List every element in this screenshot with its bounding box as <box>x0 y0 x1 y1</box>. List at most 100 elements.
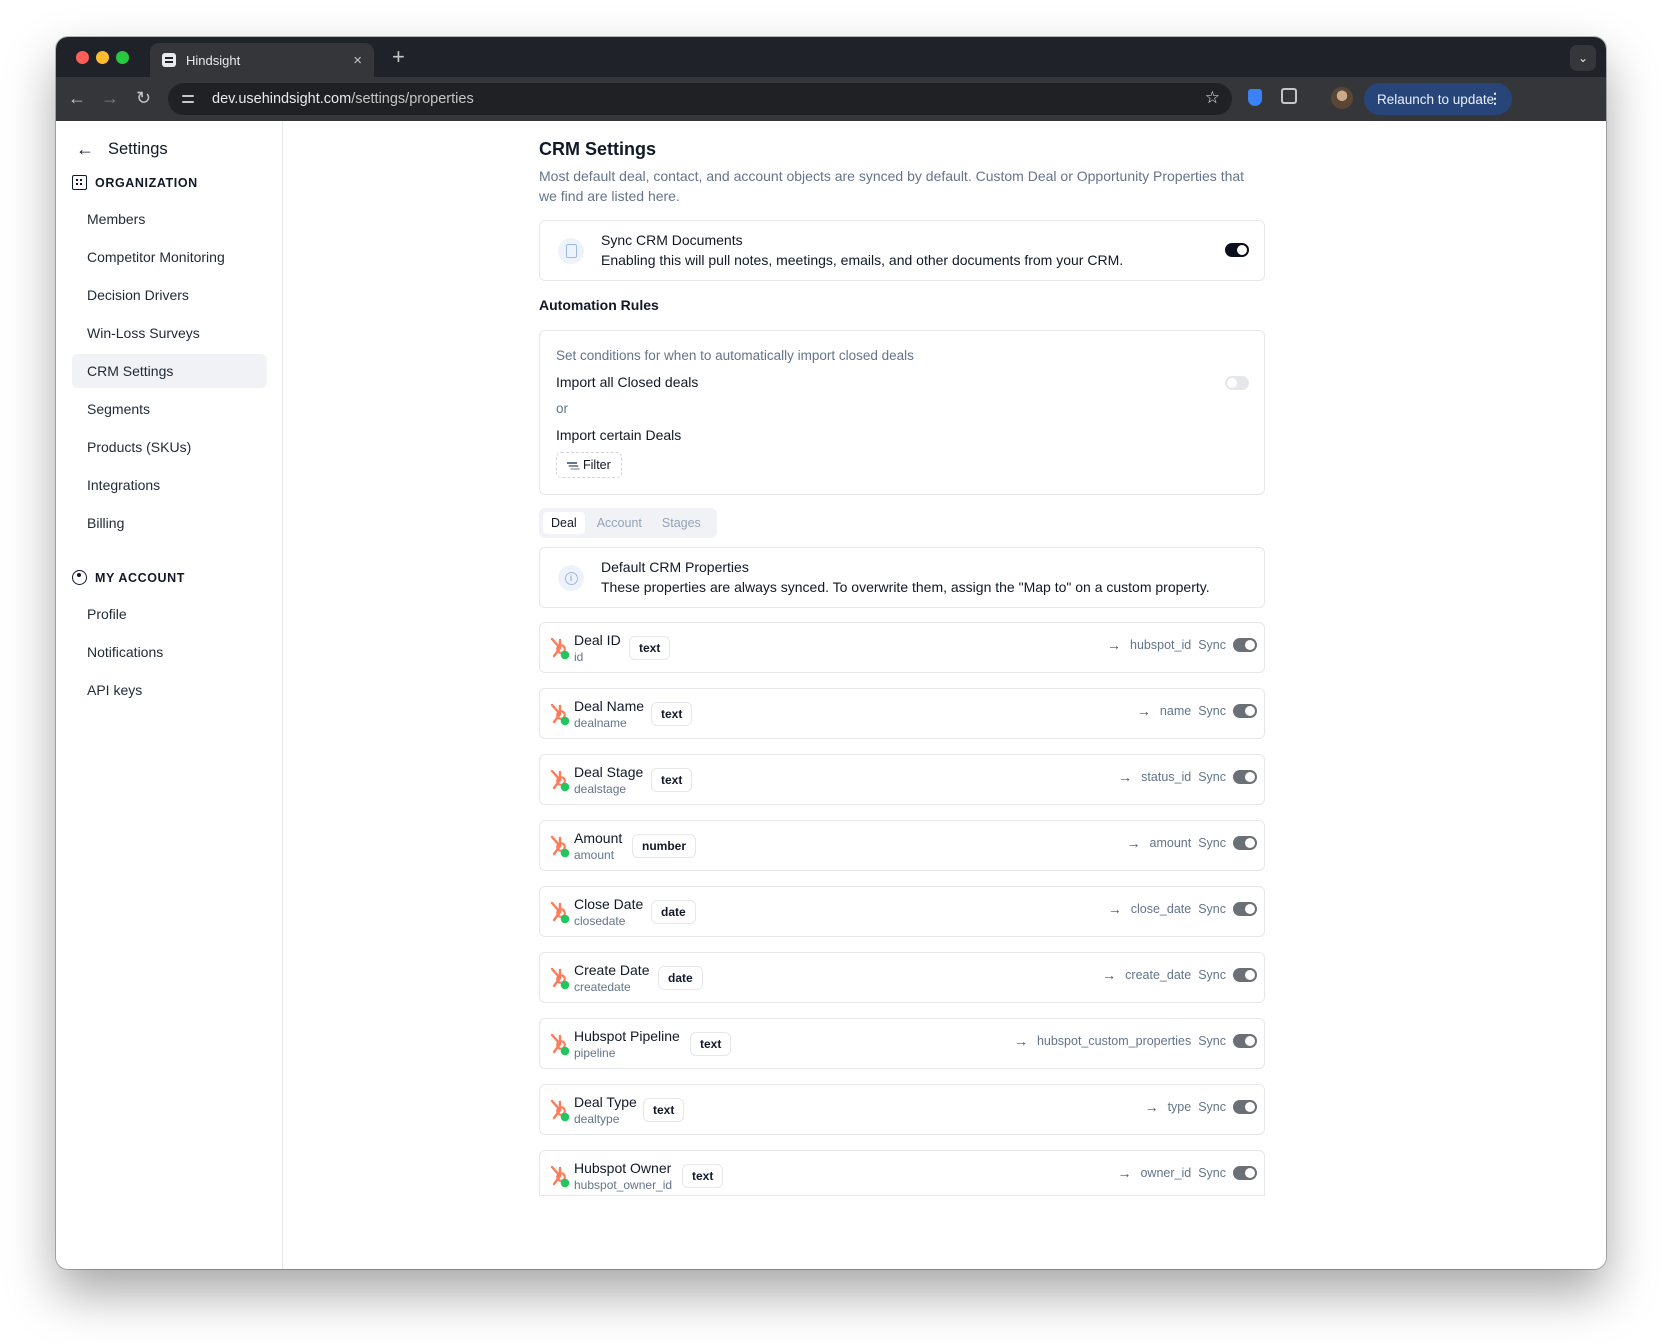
sidebar-item-decision-drivers[interactable]: Decision Drivers <box>72 278 267 312</box>
sidebar-item-competitor-monitoring[interactable]: Competitor Monitoring <box>72 240 267 274</box>
arrow-right-icon: → <box>1144 1099 1159 1115</box>
map-to-group: → type Sync <box>1145 1099 1257 1115</box>
extensions-puzzle-icon[interactable] <box>1281 88 1297 104</box>
sync-label: Sync <box>1198 638 1226 652</box>
import-all-label: Import all Closed deals <box>556 374 699 390</box>
sync-toggle[interactable] <box>1233 836 1257 850</box>
sync-docs-toggle[interactable] <box>1225 243 1249 257</box>
map-to-group: → hubspot_id Sync <box>1107 637 1257 653</box>
settings-heading: Settings <box>108 140 168 158</box>
map-to-field[interactable]: owner_id <box>1140 1166 1191 1180</box>
filter-button[interactable]: Filter <box>556 452 622 478</box>
sync-label: Sync <box>1198 968 1226 982</box>
bitwarden-extension-icon[interactable] <box>1248 89 1262 106</box>
info-icon: i <box>558 565 584 591</box>
map-to-field[interactable]: create_date <box>1125 968 1191 982</box>
sync-toggle[interactable] <box>1233 770 1257 784</box>
arrow-right-icon: → <box>1013 1033 1028 1049</box>
property-key: hubspot_owner_id <box>574 1178 673 1192</box>
sync-toggle[interactable] <box>1233 704 1257 718</box>
relaunch-label: Relaunch to update <box>1377 91 1495 107</box>
map-to-group: → close_date Sync <box>1108 901 1257 917</box>
automation-description: Set conditions for when to automatically… <box>556 348 914 363</box>
defaults-title: Default CRM Properties <box>601 559 749 575</box>
hubspot-icon <box>549 1032 571 1056</box>
property-name: Deal Name <box>574 698 645 714</box>
new-tab-button[interactable]: + <box>392 45 405 69</box>
import-all-closed-toggle[interactable] <box>1225 376 1249 390</box>
settings-back-link[interactable]: ← Settings <box>76 139 168 160</box>
tab-account[interactable]: Account <box>589 512 650 534</box>
tab-title: Hindsight <box>186 52 241 68</box>
property-key: dealtype <box>574 1112 620 1126</box>
filter-icon <box>567 462 577 464</box>
property-type-badge: text <box>629 636 671 660</box>
map-to-field[interactable]: name <box>1160 704 1191 718</box>
forward-arrow-icon[interactable]: → <box>101 88 119 108</box>
sidebar-item-integrations[interactable]: Integrations <box>72 468 267 502</box>
sidebar-item-segments[interactable]: Segments <box>72 392 267 426</box>
automation-rules-card: Set conditions for when to automatically… <box>539 330 1265 495</box>
map-to-group: → amount Sync <box>1127 835 1257 851</box>
property-row: Deal Type dealtype text → type Sync <box>539 1084 1265 1135</box>
sync-toggle[interactable] <box>1233 638 1257 652</box>
minimize-window-button[interactable] <box>96 51 109 64</box>
more-vert-icon[interactable]: ⋮ <box>1488 91 1502 105</box>
sidebar-item-api-keys[interactable]: API keys <box>72 673 267 707</box>
map-to-group: → hubspot_custom_properties Sync <box>1014 1033 1257 1049</box>
tab-stages[interactable]: Stages <box>654 512 709 534</box>
sidebar-item-win-loss-surveys[interactable]: Win-Loss Surveys <box>72 316 267 350</box>
sync-toggle[interactable] <box>1233 1034 1257 1048</box>
relaunch-to-update-button[interactable]: Relaunch to update ⋮ <box>1364 83 1512 115</box>
tab-strip: Hindsight × + ⌄ <box>56 37 1606 77</box>
automation-rules-heading: Automation Rules <box>539 297 659 313</box>
bookmark-star-icon[interactable]: ☆ <box>1205 88 1220 108</box>
property-key: pipeline <box>574 1046 616 1060</box>
sidebar-item-notifications[interactable]: Notifications <box>72 635 267 669</box>
property-type-badge: number <box>632 834 697 858</box>
map-to-field[interactable]: amount <box>1150 836 1192 850</box>
map-to-field[interactable]: status_id <box>1141 770 1191 784</box>
sync-toggle[interactable] <box>1233 1166 1257 1180</box>
site-info-icon[interactable] <box>180 91 196 107</box>
reload-icon[interactable]: ↻ <box>136 88 151 108</box>
sync-docs-subtitle: Enabling this will pull notes, meetings,… <box>601 252 1124 268</box>
url-text[interactable]: dev.usehindsight.com/settings/properties <box>212 91 474 107</box>
sidebar-item-members[interactable]: Members <box>72 202 267 236</box>
sidebar-item-crm-settings[interactable]: CRM Settings <box>72 354 267 388</box>
tab-close-icon[interactable]: × <box>353 52 362 69</box>
browser-tab[interactable]: Hindsight × <box>150 43 374 77</box>
property-name: Amount <box>574 830 623 846</box>
tab-deal[interactable]: Deal <box>543 512 585 534</box>
sidebar-item-billing[interactable]: Billing <box>72 506 267 540</box>
sync-label: Sync <box>1198 1034 1226 1048</box>
sync-label: Sync <box>1198 1166 1226 1180</box>
map-to-field[interactable]: close_date <box>1131 902 1191 916</box>
back-arrow-icon[interactable]: ← <box>68 88 86 108</box>
defaults-subtitle: These properties are always synced. To o… <box>601 579 1210 595</box>
sync-toggle[interactable] <box>1233 1100 1257 1114</box>
sync-toggle[interactable] <box>1233 968 1257 982</box>
hubspot-icon <box>549 636 571 660</box>
sync-toggle[interactable] <box>1233 902 1257 916</box>
sidebar-item-profile[interactable]: Profile <box>72 597 267 631</box>
hubspot-icon <box>549 1098 571 1122</box>
profile-avatar[interactable] <box>1331 87 1353 109</box>
back-arrow-icon[interactable]: ← <box>76 139 94 160</box>
map-to-field[interactable]: hubspot_id <box>1130 638 1191 652</box>
property-type-badge: text <box>651 702 693 726</box>
close-window-button[interactable] <box>76 51 89 64</box>
user-circle-icon <box>72 570 87 585</box>
maximize-window-button[interactable] <box>116 51 129 64</box>
tab-search-chevron-icon[interactable]: ⌄ <box>1570 45 1596 71</box>
settings-sidebar: ← Settings ORGANIZATION Members Competit… <box>56 121 283 1269</box>
property-name: Deal Stage <box>574 764 644 780</box>
property-row: Deal Name dealname text → name Sync <box>539 688 1265 739</box>
page-title: CRM Settings <box>539 139 656 159</box>
address-bar[interactable]: dev.usehindsight.com/settings/properties… <box>168 83 1232 115</box>
sync-label: Sync <box>1198 1100 1226 1114</box>
sidebar-item-products[interactable]: Products (SKUs) <box>72 430 267 464</box>
map-to-field[interactable]: type <box>1168 1100 1192 1114</box>
map-to-field[interactable]: hubspot_custom_properties <box>1037 1034 1191 1048</box>
map-to-group: → create_date Sync <box>1102 967 1257 983</box>
